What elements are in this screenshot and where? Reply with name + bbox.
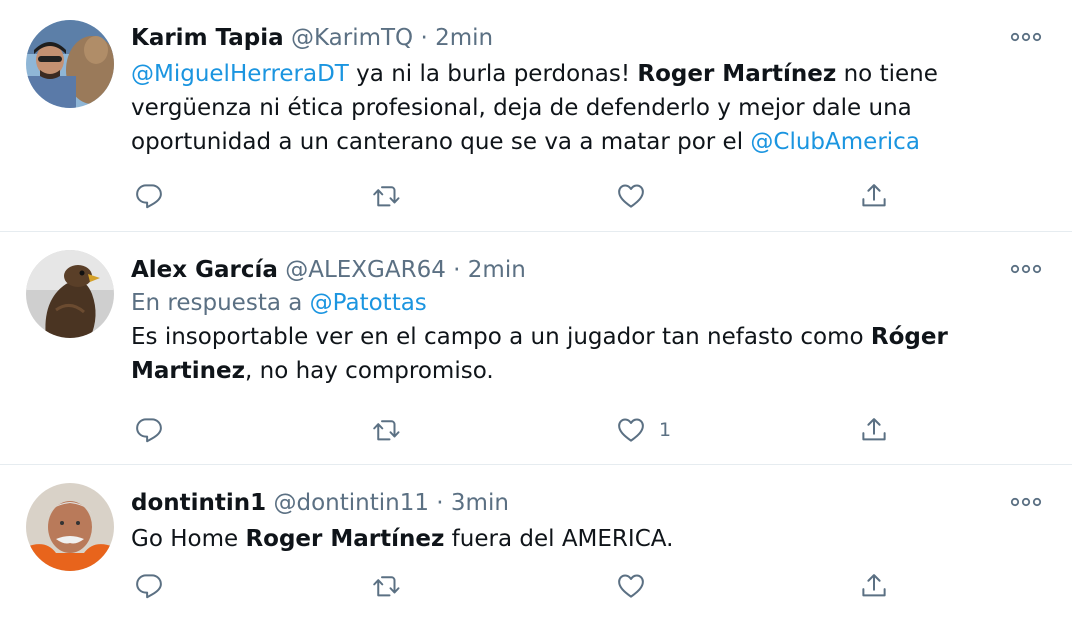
tweet[interactable]: dontintin1 @dontintin11 · 3min Go Home R…	[0, 465, 1072, 620]
heart-icon	[616, 181, 646, 211]
reply-icon	[134, 415, 164, 445]
user-handle[interactable]: @ALEXGAR64	[285, 257, 446, 283]
tweet-feed: Karim Tapia @KarimTQ · 2min @MiguelHerre…	[0, 0, 1072, 620]
tweet-actions	[131, 178, 911, 214]
separator-dot: ·	[420, 25, 428, 51]
avatar[interactable]	[26, 20, 114, 108]
text-segment: ya ni la burla perdonas!	[348, 61, 638, 87]
retweet-icon	[372, 415, 402, 445]
bold-text: Roger Martínez	[245, 526, 445, 552]
tweet-text: Go Home Roger Martínez fuera del AMERICA…	[131, 522, 1012, 556]
retweet-button[interactable]	[372, 412, 402, 448]
retweet-button[interactable]	[372, 178, 402, 214]
tweet[interactable]: Alex García @ALEXGAR64 · 2min En respues…	[0, 232, 1072, 465]
avatar[interactable]	[26, 483, 114, 571]
text-segment: , no hay compromiso.	[245, 358, 494, 384]
tweet-header: dontintin1 @dontintin11 · 3min	[131, 487, 1012, 519]
more-horizontal-icon[interactable]	[1010, 30, 1042, 44]
display-name[interactable]: Alex García	[131, 257, 278, 283]
mention-link[interactable]: @MiguelHerreraDT	[131, 61, 349, 87]
display-name[interactable]: Karim Tapia	[131, 25, 284, 51]
text-segment: Es insoportable ver en el campo a un jug…	[131, 324, 871, 350]
separator-dot: ·	[436, 490, 444, 516]
tweet-actions: 1	[131, 412, 911, 448]
like-button[interactable]	[616, 178, 659, 214]
timestamp[interactable]: 3min	[451, 490, 509, 516]
tweet-text: Es insoportable ver en el campo a un jug…	[131, 320, 1012, 388]
more-horizontal-icon[interactable]	[1010, 262, 1042, 276]
like-count: 1	[659, 419, 672, 441]
tweet-header: Alex García @ALEXGAR64 · 2min	[131, 254, 1012, 286]
like-button[interactable]	[616, 568, 659, 604]
timestamp[interactable]: 2min	[468, 257, 526, 283]
retweet-button[interactable]	[372, 568, 402, 604]
tweet[interactable]: Karim Tapia @KarimTQ · 2min @MiguelHerre…	[0, 0, 1072, 232]
mention-link[interactable]: @Patottas	[310, 290, 427, 316]
reply-button[interactable]	[134, 178, 164, 214]
share-button[interactable]	[859, 412, 889, 448]
share-icon	[859, 571, 889, 601]
user-handle[interactable]: @dontintin11	[273, 490, 429, 516]
more-horizontal-icon[interactable]	[1010, 495, 1042, 509]
tweet-header: Karim Tapia @KarimTQ · 2min	[131, 22, 1012, 54]
share-icon	[859, 181, 889, 211]
heart-icon	[616, 415, 646, 445]
reply-button[interactable]	[134, 568, 164, 604]
reply-context: En respuesta a @Patottas	[131, 286, 1012, 320]
avatar[interactable]	[26, 250, 114, 338]
retweet-icon	[372, 181, 402, 211]
share-button[interactable]	[859, 568, 889, 604]
display-name[interactable]: dontintin1	[131, 490, 266, 516]
reply-prefix: En respuesta a	[131, 290, 310, 316]
like-button[interactable]: 1	[616, 412, 671, 448]
mention-link[interactable]: @ClubAmerica	[750, 129, 920, 155]
share-button[interactable]	[859, 178, 889, 214]
separator-dot: ·	[453, 257, 461, 283]
tweet-actions	[131, 568, 911, 604]
tweet-text: @MiguelHerreraDT ya ni la burla perdonas…	[131, 57, 1012, 159]
timestamp[interactable]: 2min	[435, 25, 493, 51]
user-handle[interactable]: @KarimTQ	[291, 25, 413, 51]
heart-icon	[616, 571, 646, 601]
text-segment: Go Home	[131, 526, 246, 552]
reply-button[interactable]	[134, 412, 164, 448]
bold-text: Roger Martínez	[637, 61, 837, 87]
reply-icon	[134, 181, 164, 211]
retweet-icon	[372, 571, 402, 601]
share-icon	[859, 415, 889, 445]
text-segment: fuera del AMERICA.	[444, 526, 674, 552]
reply-icon	[134, 571, 164, 601]
